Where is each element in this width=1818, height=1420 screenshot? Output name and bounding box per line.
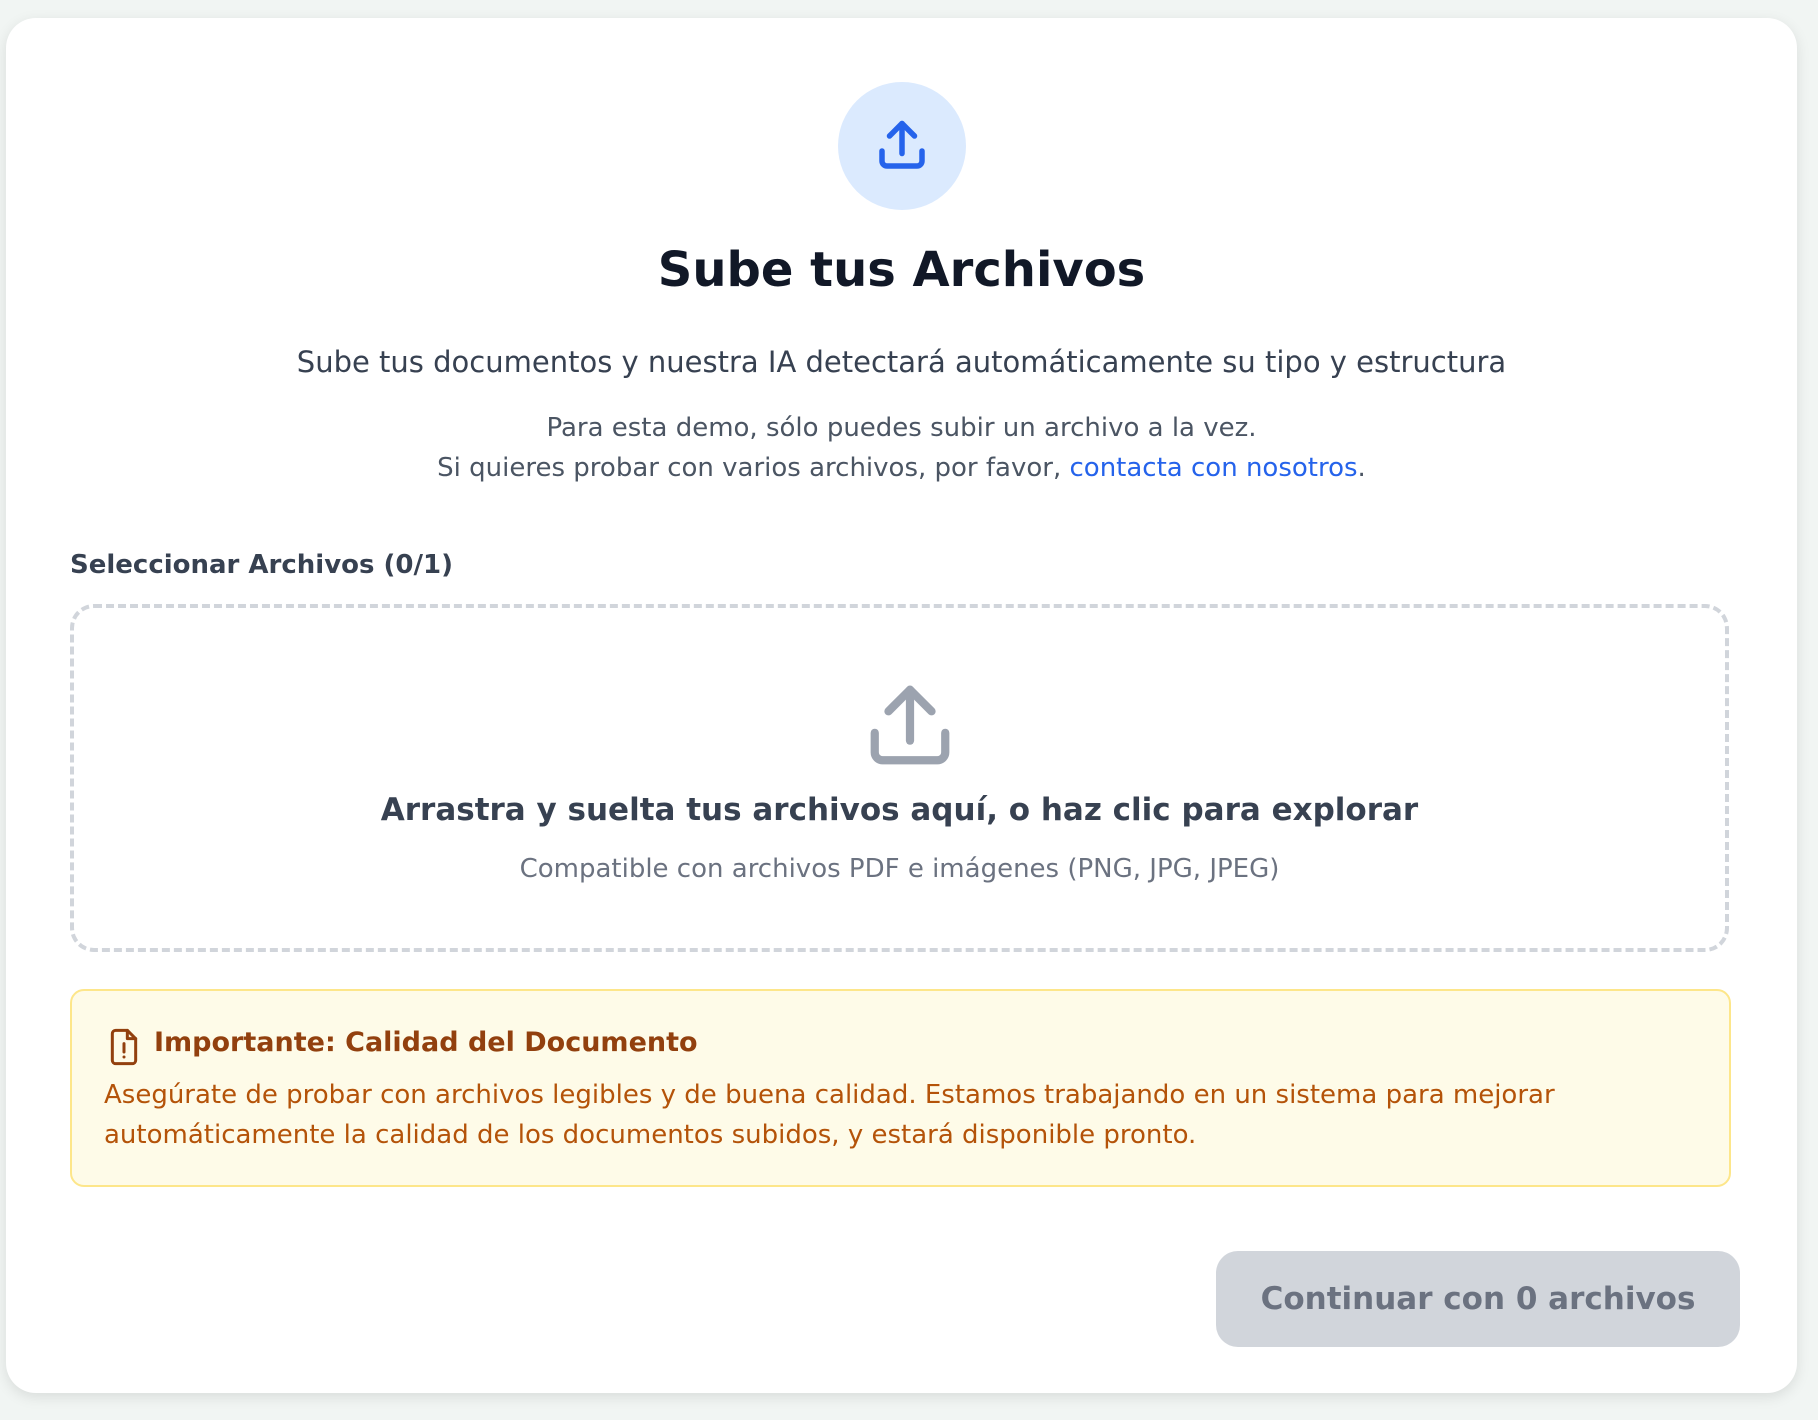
demo-note-prefix: Si quieres probar con varios archivos, p… <box>437 453 1070 483</box>
demo-note: Para esta demo, sólo puedes subir un arc… <box>6 408 1797 488</box>
demo-note-suffix: . <box>1357 453 1366 483</box>
continue-button[interactable]: Continuar con 0 archivos <box>1216 1251 1740 1347</box>
file-select-label: Seleccionar Archivos (0/1) <box>70 550 453 580</box>
warning-title: Importante: Calidad del Documento <box>154 1027 698 1058</box>
page-subtitle: Sube tus documentos y nuestra IA detecta… <box>296 345 1507 379</box>
dropzone-title: Arrastra y suelta tus archivos aquí, o h… <box>380 792 1419 828</box>
upload-card: Sube tus Archivos Sube tus documentos y … <box>6 18 1797 1393</box>
warning-text: Asegúrate de probar con archivos legible… <box>104 1080 1555 1150</box>
quality-warning: Importante: Calidad del Documento Asegúr… <box>70 989 1731 1187</box>
contact-link[interactable]: contacta con nosotros <box>1070 453 1358 483</box>
upload-icon <box>870 685 950 765</box>
dropzone-subtitle: Compatible con archivos PDF e imágenes (… <box>519 854 1280 884</box>
demo-note-line2: Si quieres probar con varios archivos, p… <box>6 448 1797 488</box>
demo-note-line1: Para esta demo, sólo puedes subir un arc… <box>546 413 1257 443</box>
page-title: Sube tus Archivos <box>657 242 1146 298</box>
file-dropzone[interactable]: Arrastra y suelta tus archivos aquí, o h… <box>70 604 1729 952</box>
file-alert-icon <box>110 1028 138 1066</box>
upload-icon <box>838 82 966 210</box>
